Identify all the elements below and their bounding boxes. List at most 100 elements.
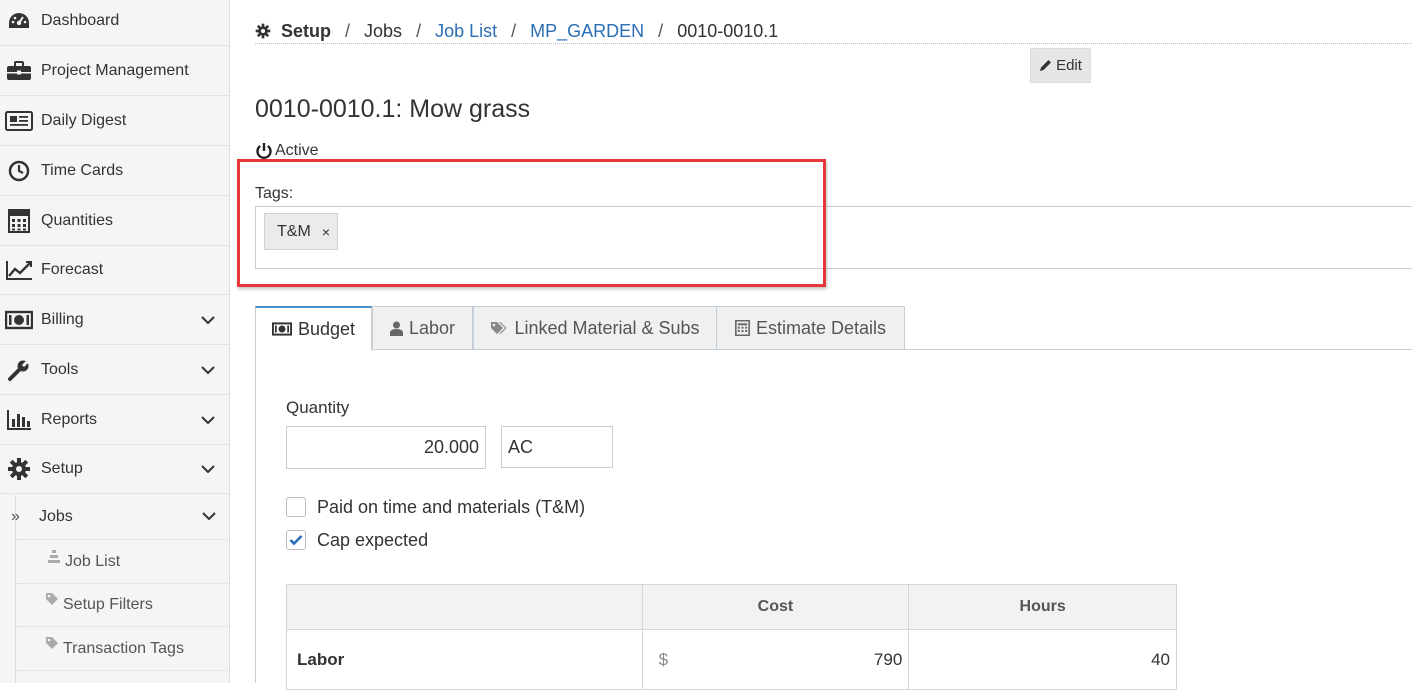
breadcrumb-separator: / [416, 20, 422, 41]
tag-chip-label: T&M [277, 222, 311, 240]
cost-cell: $ 790 [641, 629, 910, 690]
breadcrumb-setup: Setup [281, 20, 332, 41]
chevron-down-icon[interactable] [201, 413, 215, 427]
tab-label: Labor [408, 317, 456, 338]
tag-chip-tm: T&M × [264, 213, 338, 250]
breadcrumb-current: 0010-0010.1 [677, 20, 779, 41]
breadcrumb-divider [255, 43, 1412, 44]
dashboard-icon [5, 9, 33, 33]
sidebar-item-tools[interactable]: Tools [0, 346, 229, 395]
sidebar-item-time-cards[interactable]: Time Cards [0, 147, 229, 196]
gear-icon [5, 457, 33, 481]
breadcrumb-separator: / [658, 20, 664, 41]
sidebar-item-label: Quantities [41, 212, 114, 229]
chevron-down-icon[interactable] [202, 508, 216, 526]
sidebar-item-setup[interactable]: Setup [0, 445, 229, 494]
budget-table: Cost Hours Labor $ 790 40 [286, 584, 1177, 690]
breadcrumb-project-link[interactable]: MP_GARDEN [530, 21, 644, 42]
tab-label: Estimate Details [755, 317, 887, 338]
wrench-icon [5, 358, 33, 382]
briefcase-icon [5, 59, 33, 83]
sidebar-item-job-list[interactable]: Job List [16, 540, 230, 584]
sidebar-item-reports[interactable]: Reports [0, 396, 229, 445]
expanded-marker: » [11, 508, 20, 525]
edit-button[interactable]: Edit [1030, 48, 1091, 83]
breadcrumb-job-list-link[interactable]: Job List [435, 21, 497, 42]
sidebar: Dashboard Project Management Daily Diges… [0, 0, 230, 683]
tab-linked-material-subs[interactable]: Linked Material & Subs [473, 306, 717, 350]
cap-checkbox-row: Cap expected [286, 529, 428, 551]
sidebar-item-label: Setup [41, 460, 83, 477]
tab-bar: Budget Labor Linked Material & Subs Esti… [255, 306, 1412, 351]
edit-button-label: Edit [1056, 57, 1082, 74]
tag-icon [45, 636, 59, 655]
sidebar-item-label: Reports [41, 411, 98, 428]
chevron-down-icon[interactable] [201, 462, 215, 476]
money-icon [5, 308, 33, 332]
tm-checkbox-label: Paid on time and materials (T&M) [317, 496, 586, 517]
table-header-blank [286, 584, 643, 630]
table-header-hours: Hours [908, 584, 1177, 630]
power-icon [255, 142, 273, 160]
bar-chart-icon [5, 408, 33, 432]
unit-input[interactable] [501, 426, 613, 468]
money-icon [271, 322, 292, 336]
calculator-icon [5, 209, 33, 233]
cap-checkbox[interactable] [286, 530, 306, 550]
sidebar-item-daily-digest[interactable]: Daily Digest [0, 97, 229, 146]
chevron-down-icon[interactable] [201, 363, 215, 377]
remove-tag-button[interactable]: × [322, 224, 330, 240]
tags-icon [490, 321, 508, 336]
breadcrumb-separator: / [511, 20, 517, 41]
table-header-cost: Cost [641, 584, 910, 630]
sidebar-item-label: Billing [41, 311, 84, 328]
quantity-input[interactable] [286, 426, 486, 469]
sidebar-item-label: Daily Digest [41, 112, 127, 129]
pencil-icon [1039, 59, 1052, 72]
tab-label: Linked Material & Subs [514, 317, 700, 338]
sidebar-item-label: Job List [65, 552, 121, 570]
list-icon [47, 550, 61, 569]
sidebar-item-dashboard[interactable]: Dashboard [0, 0, 229, 46]
sidebar-item-setup-filters[interactable]: Setup Filters [16, 583, 230, 627]
gear-icon [255, 23, 271, 39]
tab-budget[interactable]: Budget [255, 306, 372, 351]
sidebar-item-project-management[interactable]: Project Management [0, 47, 229, 96]
tag-icon [45, 592, 59, 611]
hours-value: 40 [908, 629, 1177, 690]
tm-checkbox[interactable] [286, 497, 306, 517]
table-row: Labor $ 790 40 [286, 629, 1177, 690]
line-chart-icon [5, 258, 33, 282]
page-title: 0010-0010.1: Mow grass [255, 95, 531, 123]
tags-label: Tags: [255, 185, 294, 202]
status-label: Active [275, 142, 319, 159]
sidebar-item-label: Transaction Tags [63, 639, 184, 657]
sidebar-item-quantities[interactable]: Quantities [0, 197, 229, 246]
clock-icon [5, 159, 33, 183]
sidebar-item-label: Forecast [41, 261, 104, 278]
sidebar-item-billing[interactable]: Billing [0, 296, 229, 345]
sidebar-item-label: Jobs [39, 508, 73, 525]
tab-label: Budget [297, 318, 356, 339]
cost-value: 790 [873, 650, 903, 669]
sidebar-item-transaction-tags[interactable]: Transaction Tags [16, 627, 230, 671]
cap-checkbox-label: Cap expected [317, 529, 429, 550]
sidebar-item-label: Tools [41, 361, 79, 378]
quantity-label: Quantity [286, 398, 350, 417]
row-label: Labor [286, 629, 643, 690]
tab-labor[interactable]: Labor [372, 306, 473, 350]
tab-estimate-details[interactable]: Estimate Details [716, 306, 905, 350]
calculator-icon [735, 320, 750, 336]
sidebar-item-label: Dashboard [41, 12, 120, 29]
setup-submenu: » Jobs Job List Setup Filters Transactio… [11, 495, 230, 683]
sidebar-item-label: Project Management [41, 62, 189, 79]
sidebar-item-label: Setup Filters [63, 595, 153, 613]
sidebar-item-jobs[interactable]: » Jobs [11, 495, 230, 540]
sidebar-item-forecast[interactable]: Forecast [0, 246, 229, 295]
newspaper-icon [5, 109, 33, 133]
checkmark-icon [289, 535, 303, 546]
tm-checkbox-row: Paid on time and materials (T&M) [286, 496, 585, 518]
tags-input[interactable]: T&M × [255, 206, 1412, 269]
chevron-down-icon[interactable] [201, 313, 215, 327]
sidebar-item-label: Time Cards [41, 162, 124, 179]
